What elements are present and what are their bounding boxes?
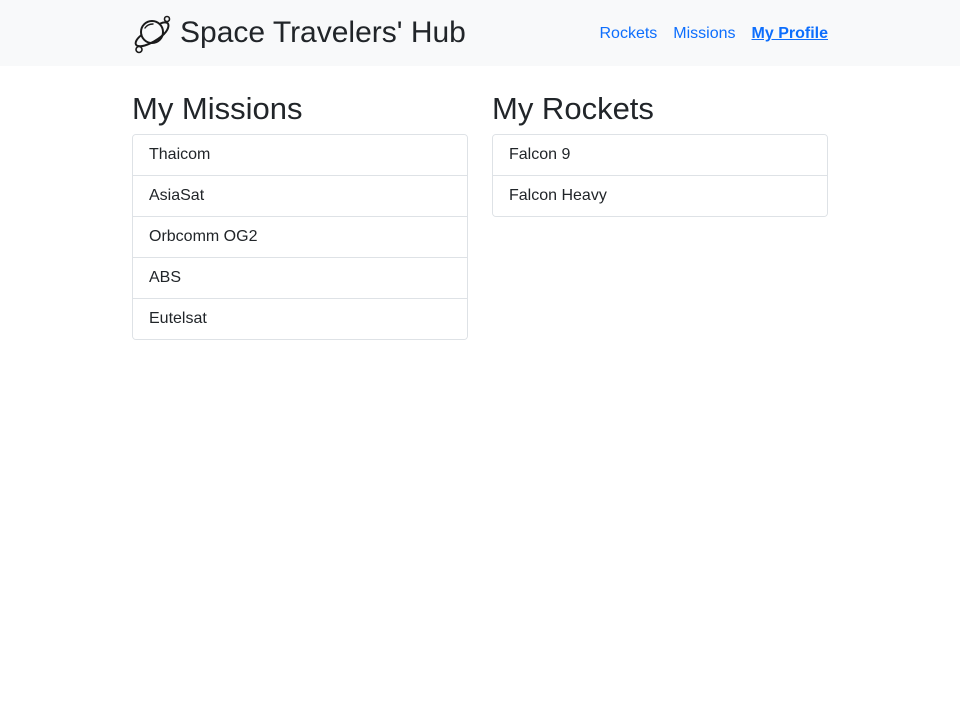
nav-link-missions[interactable]: Missions [673,22,735,46]
mission-list-item: ABS [133,257,467,298]
nav-link-my-profile[interactable]: My Profile [752,22,828,46]
rocket-list-item: Falcon Heavy [493,175,827,216]
mission-list-item: Thaicom [133,135,467,175]
my-rockets-section: My Rockets Falcon 9 Falcon Heavy [492,88,828,217]
brand[interactable]: Space Travelers' Hub [131,12,466,54]
planet-icon [134,15,171,53]
mission-list-item: Orbcomm OG2 [133,216,467,257]
main-nav: Rockets Missions My Profile [600,22,829,46]
mission-list-item: Eutelsat [133,298,467,339]
nav-link-rockets[interactable]: Rockets [600,22,658,46]
navbar: Space Travelers' Hub Rockets Missions My… [0,0,960,66]
mission-list-item: AsiaSat [133,175,467,216]
brand-title: Space Travelers' Hub [180,16,466,49]
rocket-list-item: Falcon 9 [493,135,827,175]
rockets-list: Falcon 9 Falcon Heavy [492,134,828,217]
missions-list: Thaicom AsiaSat Orbcomm OG2 ABS Eutelsat [132,134,468,340]
my-missions-section: My Missions Thaicom AsiaSat Orbcomm OG2 … [132,88,468,340]
my-missions-heading: My Missions [132,91,303,126]
my-rockets-heading: My Rockets [492,91,654,126]
